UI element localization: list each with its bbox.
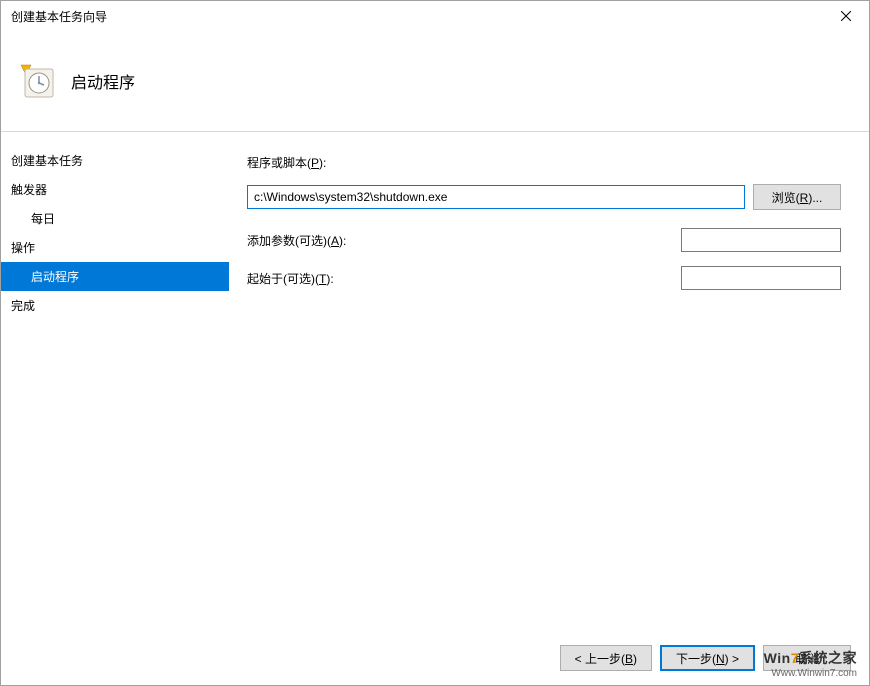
- close-button[interactable]: [823, 1, 869, 31]
- titlebar: 创建基本任务向导: [1, 1, 869, 31]
- back-button[interactable]: < 上一步(B): [560, 645, 652, 671]
- wizard-footer: < 上一步(B) 下一步(N) > 取消 Win7系统之家 Www.Winwin…: [1, 631, 869, 685]
- sidebar-item-action[interactable]: 操作: [1, 233, 229, 262]
- sidebar-item-create-task[interactable]: 创建基本任务: [1, 146, 229, 175]
- startin-input[interactable]: [681, 266, 841, 290]
- program-label-row: 程序或脚本(P):: [247, 150, 841, 174]
- sidebar-item-finish[interactable]: 完成: [1, 291, 229, 320]
- wizard-window: 创建基本任务向导 启动程序 创建基本任务 触发器 每日 操作 启: [0, 0, 870, 686]
- cancel-button[interactable]: 取消: [763, 645, 851, 671]
- wizard-header: 启动程序: [1, 31, 869, 131]
- sidebar-item-trigger[interactable]: 触发器: [1, 175, 229, 204]
- task-scheduler-icon: [19, 63, 55, 99]
- wizard-main: 程序或脚本(P): 浏览(R)... 添加参数(可选)(A): 起始于(可选)(…: [229, 132, 869, 631]
- program-script-label: 程序或脚本(P):: [247, 154, 326, 171]
- arguments-row: 添加参数(可选)(A):: [247, 228, 841, 252]
- browse-button[interactable]: 浏览(R)...: [753, 184, 841, 210]
- window-title: 创建基本任务向导: [11, 8, 107, 25]
- wizard-sidebar: 创建基本任务 触发器 每日 操作 启动程序 完成: [1, 132, 229, 631]
- wizard-body: 创建基本任务 触发器 每日 操作 启动程序 完成 程序或脚本(P): 浏览(R)…: [1, 132, 869, 631]
- close-icon: [841, 11, 851, 21]
- startin-row: 起始于(可选)(T):: [247, 266, 841, 290]
- arguments-input[interactable]: [681, 228, 841, 252]
- program-input-row: 浏览(R)...: [247, 184, 841, 210]
- arguments-label: 添加参数(可选)(A):: [247, 232, 346, 249]
- program-path-input[interactable]: [247, 185, 745, 209]
- wizard-step-title: 启动程序: [71, 69, 135, 93]
- startin-label: 起始于(可选)(T):: [247, 270, 334, 287]
- next-button[interactable]: 下一步(N) >: [660, 645, 755, 671]
- sidebar-item-start-program[interactable]: 启动程序: [1, 262, 229, 291]
- sidebar-item-daily[interactable]: 每日: [1, 204, 229, 233]
